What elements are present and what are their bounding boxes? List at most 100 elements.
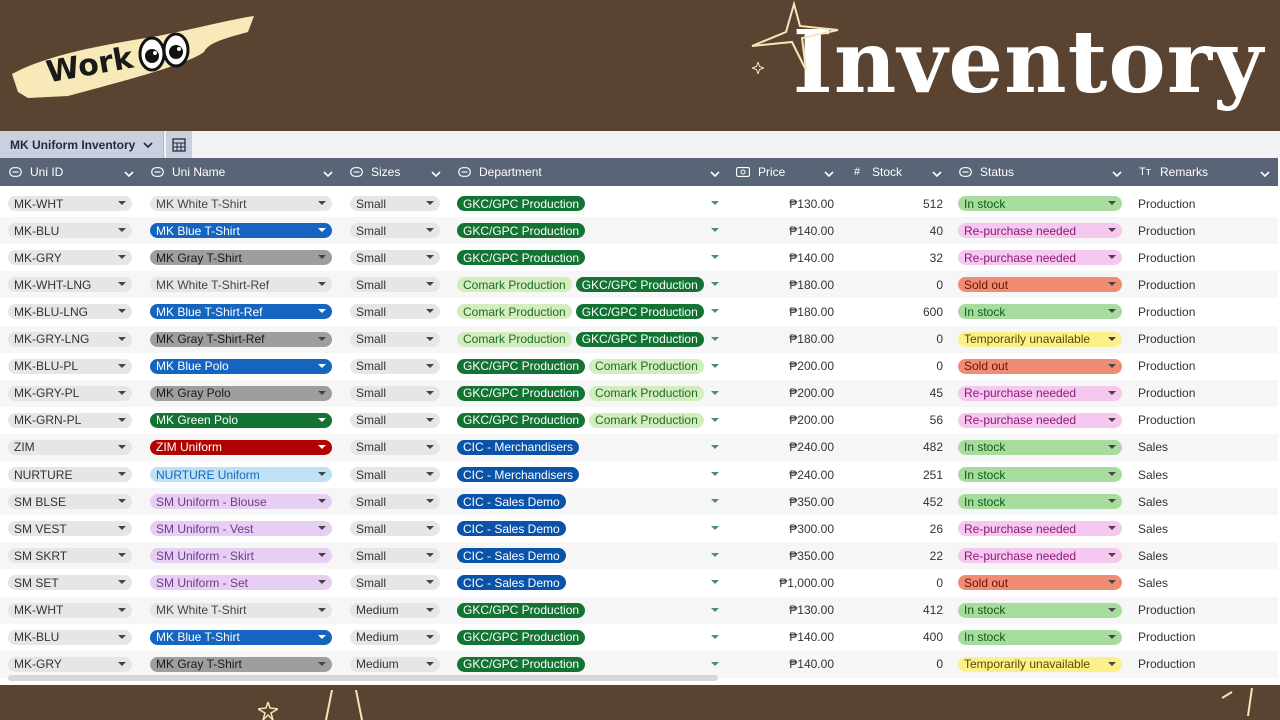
dropdown-arrow-icon[interactable]: [318, 499, 326, 504]
dropdown-arrow-icon[interactable]: [426, 526, 434, 531]
dropdown-arrow-icon[interactable]: [118, 255, 126, 260]
dropdown-arrow-icon[interactable]: [118, 228, 126, 233]
status-chip[interactable]: In stock: [958, 602, 1122, 618]
uni-id-chip[interactable]: NURTURE: [8, 467, 132, 482]
size-chip[interactable]: Medium: [350, 602, 440, 618]
dropdown-arrow-icon[interactable]: [711, 336, 719, 341]
dropdown-arrow-icon[interactable]: [1108, 363, 1116, 368]
size-chip[interactable]: Small: [350, 439, 440, 455]
dropdown-arrow-icon[interactable]: [711, 228, 719, 233]
column-header-sizes[interactable]: Sizes: [341, 158, 449, 186]
department-cell[interactable]: GKC/GPC Production Comark Production: [457, 353, 721, 380]
chevron-down-icon[interactable]: [1112, 167, 1122, 181]
size-chip[interactable]: Small: [350, 277, 440, 293]
uni-name-chip[interactable]: MK White T-Shirt: [150, 196, 332, 211]
dropdown-arrow-icon[interactable]: [1108, 309, 1116, 314]
chevron-down-icon[interactable]: [323, 167, 333, 181]
dropdown-arrow-icon[interactable]: [426, 499, 434, 504]
dropdown-arrow-icon[interactable]: [1108, 390, 1116, 395]
dropdown-arrow-icon[interactable]: [318, 282, 326, 287]
status-chip[interactable]: Re-purchase needed: [958, 412, 1122, 428]
uni-name-chip[interactable]: MK Gray T-Shirt: [150, 250, 332, 266]
status-chip[interactable]: In stock: [958, 439, 1122, 455]
uni-id-chip[interactable]: MK-BLU: [8, 629, 132, 645]
dropdown-arrow-icon[interactable]: [118, 526, 126, 531]
uni-id-chip[interactable]: SM SKRT: [8, 548, 132, 564]
chevron-down-icon[interactable]: [824, 167, 834, 181]
size-chip[interactable]: Small: [350, 358, 440, 374]
dropdown-arrow-icon[interactable]: [426, 363, 434, 368]
dropdown-arrow-icon[interactable]: [118, 661, 126, 666]
dropdown-arrow-icon[interactable]: [1108, 661, 1116, 666]
size-chip[interactable]: Small: [350, 385, 440, 401]
dropdown-arrow-icon[interactable]: [118, 607, 126, 612]
dropdown-arrow-icon[interactable]: [1108, 499, 1116, 504]
uni-id-chip[interactable]: MK-WHT-LNG: [8, 277, 132, 293]
table-row[interactable]: MK-BLU MK Blue T-Shirt Small GKC/GPC Produc…: [0, 217, 1278, 245]
dropdown-arrow-icon[interactable]: [426, 607, 434, 612]
uni-id-chip[interactable]: MK-BLU-LNG: [8, 304, 132, 320]
size-chip[interactable]: Medium: [350, 656, 440, 672]
dropdown-arrow-icon[interactable]: [318, 444, 326, 449]
status-chip[interactable]: Sold out: [958, 277, 1122, 293]
dropdown-arrow-icon[interactable]: [1108, 255, 1116, 260]
dropdown-arrow-icon[interactable]: [118, 634, 126, 639]
dropdown-arrow-icon[interactable]: [318, 526, 326, 531]
dropdown-arrow-icon[interactable]: [711, 499, 719, 504]
dropdown-arrow-icon[interactable]: [711, 309, 719, 314]
dropdown-arrow-icon[interactable]: [711, 580, 719, 585]
dropdown-arrow-icon[interactable]: [318, 309, 326, 314]
dropdown-arrow-icon[interactable]: [1108, 634, 1116, 639]
dropdown-arrow-icon[interactable]: [426, 336, 434, 341]
dropdown-arrow-icon[interactable]: [1108, 580, 1116, 585]
dropdown-arrow-icon[interactable]: [118, 472, 126, 476]
dropdown-arrow-icon[interactable]: [118, 390, 126, 395]
department-cell[interactable]: GKC/GPC Production: [457, 597, 721, 624]
dropdown-arrow-icon[interactable]: [711, 607, 719, 612]
department-cell[interactable]: GKC/GPC Production: [457, 244, 721, 271]
dropdown-arrow-icon[interactable]: [318, 255, 326, 260]
uni-name-chip[interactable]: MK White T-Shirt: [150, 602, 332, 618]
column-header-remarks[interactable]: Tт Remarks: [1130, 158, 1278, 186]
uni-name-chip[interactable]: SM Uniform - Skirt: [150, 548, 332, 564]
chevron-down-icon[interactable]: [1260, 167, 1270, 181]
column-header-stock[interactable]: # Stock: [842, 158, 950, 186]
dropdown-arrow-icon[interactable]: [711, 390, 719, 395]
dropdown-arrow-icon[interactable]: [118, 580, 126, 585]
table-row[interactable]: MK-WHT MK White T-Shirt Medium GKC/GPC Prod…: [0, 596, 1278, 624]
uni-name-chip[interactable]: MK Gray Polo: [150, 385, 332, 401]
dropdown-arrow-icon[interactable]: [318, 201, 326, 205]
dropdown-arrow-icon[interactable]: [318, 661, 326, 666]
dropdown-arrow-icon[interactable]: [426, 444, 434, 449]
dropdown-arrow-icon[interactable]: [1108, 336, 1116, 341]
dropdown-arrow-icon[interactable]: [426, 553, 434, 558]
view-tab-mk-uniform[interactable]: MK Uniform Inventory: [0, 131, 165, 158]
uni-name-chip[interactable]: MK Blue Polo: [150, 358, 332, 374]
table-row[interactable]: ZIM ZIM Uniform Small CIC - Merchandisers ₱2…: [0, 433, 1278, 461]
uni-id-chip[interactable]: MK-GRY-PL: [8, 385, 132, 401]
table-row[interactable]: MK-BLU MK Blue T-Shirt Medium GKC/GPC Produ…: [0, 624, 1278, 651]
status-chip[interactable]: Sold out: [958, 358, 1122, 374]
uni-id-chip[interactable]: MK-WHT: [8, 602, 132, 618]
size-chip[interactable]: Small: [350, 196, 440, 211]
dropdown-arrow-icon[interactable]: [711, 661, 719, 666]
dropdown-arrow-icon[interactable]: [711, 255, 719, 260]
status-chip[interactable]: Temporarily unavailable: [958, 331, 1122, 347]
dropdown-arrow-icon[interactable]: [1108, 228, 1116, 233]
chevron-down-icon[interactable]: [124, 167, 134, 181]
size-chip[interactable]: Small: [350, 412, 440, 428]
uni-name-chip[interactable]: NURTURE Uniform: [150, 467, 332, 482]
chevron-down-icon[interactable]: [431, 167, 441, 181]
table-row[interactable]: MK-GRY MK Gray T-Shirt Small GKC/GPC Produc…: [0, 244, 1278, 271]
status-chip[interactable]: In stock: [958, 196, 1122, 211]
uni-id-chip[interactable]: SM BLSE: [8, 494, 132, 510]
dropdown-arrow-icon[interactable]: [711, 553, 719, 558]
dropdown-arrow-icon[interactable]: [318, 228, 326, 233]
dropdown-arrow-icon[interactable]: [426, 255, 434, 260]
column-header-status[interactable]: Status: [950, 158, 1130, 186]
table-row[interactable]: NURTURE NURTURE Uniform Small CIC - Merchan…: [0, 461, 1278, 488]
size-chip[interactable]: Small: [350, 250, 440, 266]
uni-id-chip[interactable]: MK-GRY: [8, 250, 132, 266]
uni-name-chip[interactable]: MK Blue T-Shirt: [150, 223, 332, 239]
department-cell[interactable]: Comark Production GKC/GPC Production: [457, 326, 721, 353]
